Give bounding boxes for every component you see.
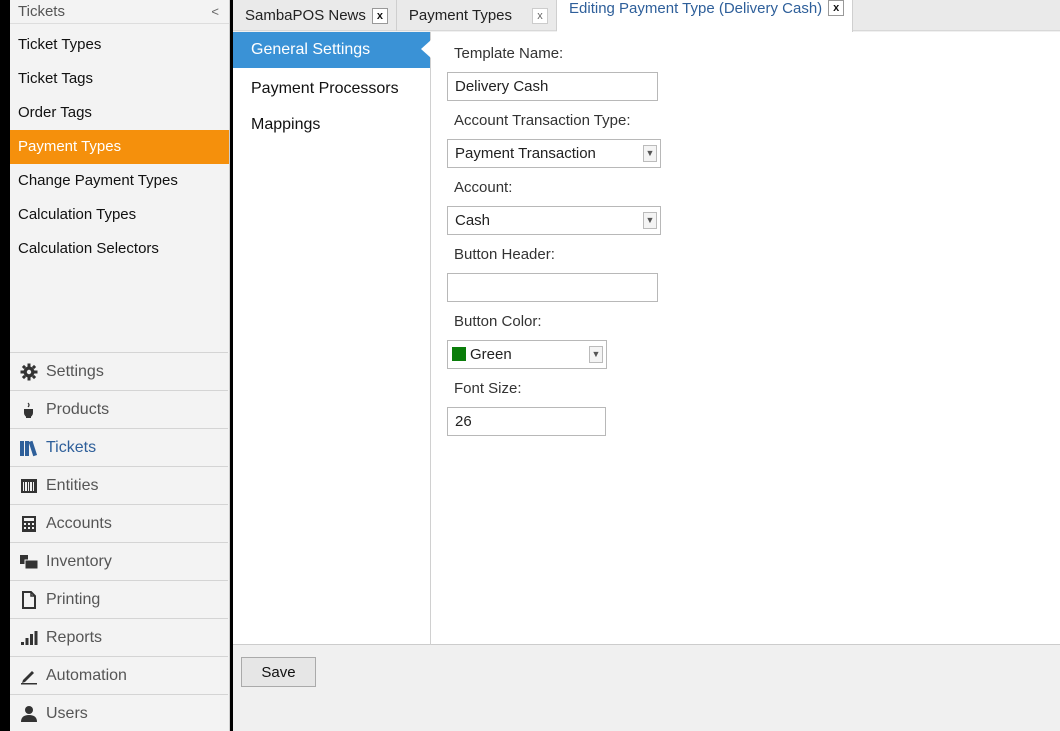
- chevron-down-icon[interactable]: ▼: [643, 212, 657, 229]
- save-button[interactable]: Save: [241, 657, 316, 687]
- nav-tickets[interactable]: Tickets: [10, 428, 228, 466]
- general-settings-form: Template Name: Delivery Cash Account Tra…: [447, 44, 867, 446]
- main-area: SambaPOS News x Payment Types x Editing …: [233, 0, 1060, 731]
- tab-label: SambaPOS News: [245, 7, 366, 24]
- sidebar-items: Ticket Types Ticket Tags Order Tags Paym…: [10, 24, 229, 266]
- nav-inventory[interactable]: Inventory: [10, 542, 228, 580]
- document-icon: [18, 590, 40, 609]
- sidebar-title: Tickets: [18, 3, 65, 20]
- account-label: Account:: [454, 179, 513, 196]
- section-mappings[interactable]: Mappings: [233, 110, 430, 152]
- sidebar-header: Tickets <: [10, 0, 229, 24]
- nav-products[interactable]: Products: [10, 390, 228, 428]
- action-bar: Save: [233, 646, 1060, 731]
- button-header-field[interactable]: [447, 273, 658, 302]
- nav-reports[interactable]: Reports: [10, 618, 228, 656]
- nav-entities[interactable]: Entities: [10, 466, 228, 504]
- sidebar-item-order-tags[interactable]: Order Tags: [10, 96, 229, 130]
- nav-printing[interactable]: Printing: [10, 580, 228, 618]
- nav-label: Settings: [46, 362, 104, 380]
- close-icon[interactable]: x: [371, 7, 388, 24]
- tab-sambapos-news[interactable]: SambaPOS News x: [233, 0, 397, 31]
- books-icon: [18, 439, 40, 457]
- sidebar-item-calculation-types[interactable]: Calculation Types: [10, 198, 229, 232]
- tab-editing-payment-type[interactable]: Editing Payment Type (Delivery Cash) x: [557, 0, 854, 32]
- account-select[interactable]: Cash ▼: [447, 206, 661, 235]
- nav-label: Users: [46, 704, 88, 722]
- template-name-field[interactable]: Delivery Cash: [447, 72, 658, 101]
- coffee-cup-icon: [18, 401, 40, 419]
- collapse-sidebar-button[interactable]: <: [211, 4, 219, 19]
- nav-label: Reports: [46, 628, 103, 646]
- barcode-icon: [18, 477, 40, 495]
- button-color-select[interactable]: Green ▼: [447, 340, 607, 369]
- sidebar-item-ticket-types[interactable]: Ticket Types: [10, 28, 229, 62]
- tab-label: Editing Payment Type (Delivery Cash): [569, 0, 823, 17]
- nav-label: Entities: [46, 476, 99, 494]
- selected-value: Cash: [455, 212, 491, 229]
- tab-payment-types[interactable]: Payment Types x: [397, 0, 558, 31]
- nav-label: Automation: [46, 666, 127, 684]
- nav-settings[interactable]: Settings: [10, 352, 228, 390]
- nav-label: Inventory: [46, 552, 112, 570]
- section-payment-processors[interactable]: Payment Processors: [233, 68, 430, 110]
- nav-users[interactable]: Users: [10, 694, 228, 731]
- font-size-field[interactable]: 26: [447, 407, 606, 436]
- nav-label: Printing: [46, 590, 101, 608]
- bar-chart-icon: [18, 629, 40, 647]
- selected-value: Green: [470, 346, 512, 363]
- sidebar: Tickets < Ticket Types Ticket Tags Order…: [10, 0, 230, 731]
- template-name-label: Template Name:: [454, 45, 564, 62]
- account-transaction-type-label: Account Transaction Type:: [454, 112, 631, 129]
- button-header-label: Button Header:: [454, 246, 555, 263]
- tab-label: Payment Types: [408, 7, 513, 24]
- color-swatch: [452, 347, 466, 361]
- nav-accounts[interactable]: Accounts: [10, 504, 228, 542]
- gear-icon: [18, 363, 40, 381]
- account-transaction-type-select[interactable]: Payment Transaction ▼: [447, 139, 661, 168]
- calculator-icon: [18, 515, 40, 533]
- document-tabs: SambaPOS News x Payment Types x Editing …: [233, 0, 1060, 32]
- selected-value: Payment Transaction: [455, 145, 596, 162]
- button-color-label: Button Color:: [454, 313, 542, 330]
- section-general-settings[interactable]: General Settings: [233, 32, 431, 68]
- close-icon[interactable]: x: [828, 0, 845, 16]
- nav-label: Products: [46, 400, 110, 418]
- font-size-label: Font Size:: [454, 380, 522, 397]
- sidebar-item-calculation-selectors[interactable]: Calculation Selectors: [10, 232, 229, 266]
- nav-automation[interactable]: Automation: [10, 656, 228, 694]
- sidebar-item-ticket-tags[interactable]: Ticket Tags: [10, 62, 229, 96]
- chevron-down-icon[interactable]: ▼: [643, 145, 657, 162]
- nav-label: Tickets: [46, 438, 97, 456]
- editor-panel: General Settings Payment Processors Mapp…: [233, 32, 1060, 645]
- sidebar-item-payment-types[interactable]: Payment Types: [10, 130, 229, 164]
- section-nav: General Settings Payment Processors Mapp…: [233, 32, 431, 645]
- close-icon[interactable]: x: [532, 7, 549, 24]
- boxes-icon: [18, 553, 40, 571]
- user-icon: [18, 705, 40, 723]
- main-navigation: Settings Products Tickets Entities Accou…: [10, 352, 228, 731]
- pencil-icon: [18, 667, 40, 685]
- chevron-down-icon[interactable]: ▼: [589, 346, 603, 363]
- nav-label: Accounts: [46, 514, 112, 532]
- sidebar-item-change-payment-types[interactable]: Change Payment Types: [10, 164, 229, 198]
